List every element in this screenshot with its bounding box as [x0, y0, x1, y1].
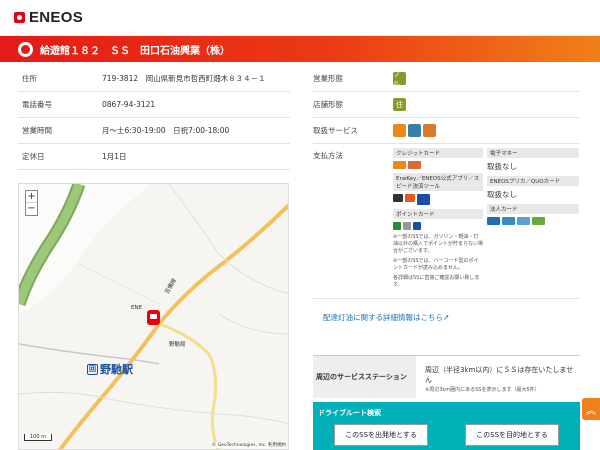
- info-row-hours: 営業時間 月～土6:30-19:00 日祝7:00-18:00: [18, 118, 290, 144]
- store-type-icon: 住: [393, 98, 406, 111]
- brand-name: ENEOS: [29, 9, 84, 26]
- map-station-name: 野馳駅: [100, 363, 133, 376]
- point-note-1: ※一部のSSでは、ガソリン・軽油・灯油以外の購入でポイントが貯まらない場合がござ…: [393, 234, 484, 254]
- eneos-app-icon: [405, 194, 415, 202]
- nearby-stations: 周辺のサービスステーション 周辺（半径3km以内）にＳＳは存在いたしません ※周…: [313, 355, 580, 398]
- drive-route-search: ドライブルート検索 このSSを出発地とする このSSを目的地とする: [313, 402, 580, 450]
- site-header: ENEOS: [0, 0, 600, 36]
- map-station: 回 野馳駅: [87, 361, 133, 377]
- enekey-header: EneKey／ENEOS公式アプリ／スピード決済ツール: [393, 173, 483, 191]
- zoom-in-button[interactable]: +: [26, 191, 37, 203]
- info-value: 1月1日: [102, 152, 127, 161]
- speed-pay-icon: [417, 194, 430, 205]
- map-attribution[interactable]: © GeoTechnologies, Inc. 利用規約: [211, 442, 286, 448]
- corp-header: 法人カード: [487, 204, 579, 214]
- credit-header: クレジットカード: [393, 148, 483, 158]
- payment-label: 支払方法: [313, 151, 343, 160]
- station-map[interactable]: + − ENE 芸備線 野馳局 回 野馳駅 100 m © GeoTechnol…: [18, 183, 289, 450]
- map-label-ss: ENE: [131, 305, 143, 311]
- eneos-logo[interactable]: ENEOS: [14, 9, 83, 26]
- kerosene-delivery-link[interactable]: 配達灯油に関する詳細情報はこちら↗: [323, 312, 449, 323]
- point-note-2: ※一部のSSでは、バーコード型のポイントカードが読み込めません。: [393, 258, 479, 271]
- info-key: 営業時間: [22, 126, 52, 135]
- emoney-header: 電子マネー: [487, 148, 579, 158]
- payment-methods: 支払方法 クレジットカード EneKey／ENEOS公式アプリ／スピード決済ツー…: [313, 144, 580, 299]
- info-key: 電話番号: [22, 100, 52, 109]
- point-header: ポイントカード: [393, 209, 483, 219]
- services-label: 取扱サービス: [313, 126, 358, 135]
- chevron-up-icon: ︽: [586, 405, 596, 417]
- point-note-3: 各詳細はSSに直接ご確認お願い致します。: [393, 275, 480, 288]
- info-row-address: 住所 719-3812 岡山県新見市哲西町畑木８３４－１: [18, 66, 290, 92]
- station-title: 給遊館１８２ ＳＳ 田口石油興業（株）: [40, 45, 230, 57]
- emoney-value: 取扱なし: [487, 162, 517, 171]
- zoom-control: + −: [25, 190, 38, 216]
- nearby-note: ※周辺3km圏内にあるSSを表示します（最大5件）: [425, 387, 540, 393]
- eneos-logo-icon: [14, 12, 25, 23]
- external-link-icon: ↗: [443, 313, 450, 322]
- kerosene-delivery-link-text: 配達灯油に関する詳細情報はこちら: [323, 313, 443, 322]
- maintenance-service-icon: [423, 124, 436, 137]
- info-value: 719-3812 岡山県新見市哲西町畑木８３４－１: [102, 74, 266, 83]
- carwash-service-icon: [408, 124, 421, 137]
- nearby-value: 周辺（半径3km以内）にＳＳは存在いたしません: [425, 366, 574, 384]
- zoom-out-button[interactable]: −: [26, 203, 37, 215]
- enekey-icon: [393, 194, 403, 202]
- station-pin-icon[interactable]: [147, 310, 160, 325]
- info-key: 定休日: [22, 152, 45, 161]
- drive-title: ドライブルート検索: [318, 409, 381, 417]
- store-type-label: 店舗形態: [313, 100, 343, 109]
- credit-card-icon: [408, 161, 421, 169]
- corp-card-icon: [532, 217, 545, 225]
- corp-card-icon: [502, 217, 515, 225]
- business-type-label: 営業形態: [313, 74, 343, 83]
- row-business-type: 営業形態 フル: [313, 66, 580, 92]
- corp-card-icon: [517, 217, 530, 225]
- info-value: 月～土6:30-19:00 日祝7:00-18:00: [102, 126, 230, 135]
- rakuten-icon: [413, 222, 421, 230]
- dpoint-icon: [403, 222, 411, 230]
- station-details: 営業形態 フル 店舗形態 住 取扱サービス 支払方法 クレジットカード EneK…: [313, 66, 580, 299]
- info-value: 0867-94-3121: [102, 100, 156, 109]
- prica-header: ENEOSプリカ／QUOカード: [487, 176, 579, 186]
- truck-service-icon: [393, 124, 406, 137]
- station-info-table: 住所 719-3812 岡山県新見市哲西町畑木８３４－１ 電話番号 0867-9…: [18, 66, 290, 170]
- station-train-icon: 回: [87, 363, 98, 375]
- prica-value: 取扱なし: [487, 190, 517, 199]
- full-service-icon: フル: [393, 70, 406, 88]
- map-scale: 100 m: [24, 434, 53, 441]
- info-key: 住所: [22, 74, 37, 83]
- eneos-card-icon: [393, 161, 406, 169]
- corp-card-icon: [487, 217, 500, 225]
- set-origin-button[interactable]: このSSを出発地とする: [334, 424, 428, 446]
- nearby-label: 周辺のサービスステーション: [313, 356, 416, 398]
- scroll-top-button[interactable]: ︽: [582, 398, 600, 420]
- info-row-phone: 電話番号 0867-94-3121: [18, 92, 290, 118]
- set-destination-button[interactable]: このSSを目的地とする: [465, 424, 559, 446]
- station-title-banner: 給遊館１８２ ＳＳ 田口石油興業（株）: [0, 36, 600, 62]
- vpoint-icon: [393, 222, 401, 230]
- row-services: 取扱サービス: [313, 118, 580, 144]
- info-row-holiday: 定休日 1月1日: [18, 144, 290, 170]
- station-icon: [18, 41, 33, 57]
- map-label-post: 野馳局: [169, 342, 186, 348]
- row-store-type: 店舗形態 住: [313, 92, 580, 118]
